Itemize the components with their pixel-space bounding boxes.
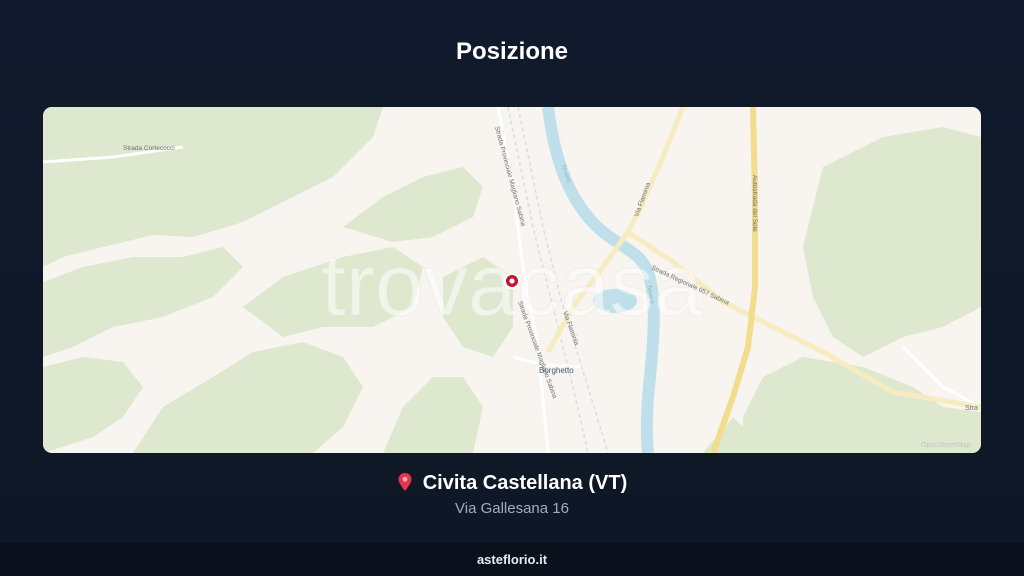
footer-brand[interactable]: asteflorio.it — [0, 543, 1024, 576]
label-borghetto: Borghetto — [539, 366, 574, 375]
highway-a1 — [710, 107, 758, 453]
label-autostrada: Autostrada del Sole — [751, 175, 758, 232]
pin-icon — [397, 472, 413, 498]
city-name: Civita Castellana (VT) — [422, 472, 628, 494]
page-title: Posizione — [455, 38, 569, 65]
map-view[interactable]: trovacasa Strada Cortecocci Strada Provi… — [43, 107, 981, 453]
map-canvas: trovacasa Strada Cortecocci Strada Provi… — [43, 107, 981, 453]
address-text: Via Gallesana 16 — [455, 500, 569, 517]
location-line: Civita Castellana (VT) — [0, 472, 1024, 498]
location-marker[interactable] — [504, 273, 520, 289]
label-via-flaminia-1: Via Flaminia — [633, 181, 652, 217]
label-sp-magliano-1: Strada Provinciale Magliano Sabina — [493, 126, 527, 228]
map-attribution: OpenStreetMap — [921, 442, 971, 449]
label-edge: Stra — [965, 405, 978, 412]
label-strada-cortecocci: Strada Cortecocci — [123, 145, 175, 152]
